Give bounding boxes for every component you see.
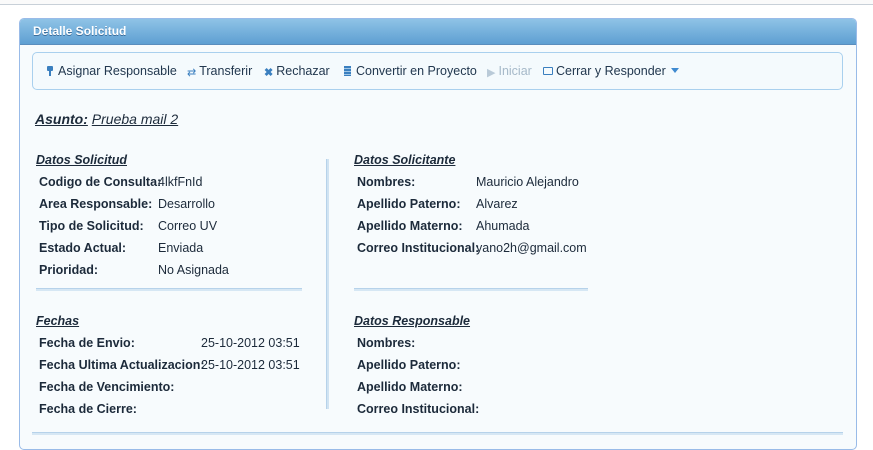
field-label: Area Responsable: [39, 197, 153, 211]
x-icon: ✖ [264, 67, 274, 79]
iniciar-label: Iniciar [498, 64, 532, 78]
transferir-button[interactable]: ⇄ Transferir [187, 64, 253, 79]
field-value: 4lkfFnId [158, 175, 203, 189]
transferir-label: Transferir [199, 64, 253, 78]
field-value: Mauricio Alejandro [476, 175, 579, 189]
field-label: Nombres: [357, 175, 416, 189]
field-label: Fecha de Vencimiento: [39, 380, 175, 394]
convertir-en-proyecto-label: Convertir en Proyecto [356, 64, 477, 78]
field-label: Estado Actual: [39, 241, 127, 255]
field-label: Apellido Paterno: [357, 358, 461, 372]
section-divider [36, 288, 302, 291]
detalle-solicitud-panel: Detalle Solicitud Asignar Responsable ⇄ T… [19, 18, 857, 450]
field-value: Enviada [158, 241, 204, 255]
mail-icon [543, 66, 553, 76]
field-value: 25-10-2012 03:51 [201, 336, 300, 350]
field-label: Fecha Ultima Actualizacion: [39, 358, 205, 372]
cerrar-y-responder-label: Cerrar y Responder [556, 64, 666, 78]
play-icon: ▶ [487, 67, 496, 79]
chevron-down-icon [670, 68, 679, 73]
asunto-value[interactable]: Prueba mail 2 [92, 111, 178, 127]
field-value: Desarrollo [158, 197, 215, 211]
field-label: Correo Institucional: [357, 241, 480, 255]
action-toolbar: Asignar Responsable ⇄ Transferir ✖ Rechaza… [32, 52, 843, 90]
rechazar-button[interactable]: ✖ Rechazar [264, 64, 330, 79]
field-label: Apellido Materno: [357, 219, 463, 233]
field-value: No Asignada [158, 263, 229, 277]
asunto-line: Asunto: Prueba mail 2 [35, 111, 178, 127]
document-icon [343, 66, 353, 76]
field-value: Ahumada [476, 219, 530, 233]
field-value: yano2h@gmail.com [476, 241, 587, 255]
field-value: 25-10-2012 03:51 [201, 358, 300, 372]
field-label: Apellido Materno: [357, 380, 463, 394]
field-label: Prioridad: [39, 263, 99, 277]
rechazar-label: Rechazar [276, 64, 330, 78]
field-value: Correo UV [158, 219, 218, 233]
transfer-icon: ⇄ [187, 67, 197, 79]
field-label: Nombres: [357, 336, 416, 350]
datos-responsable-title: Datos Responsable [354, 314, 471, 328]
column-divider [326, 159, 329, 409]
iniciar-button[interactable]: ▶ Iniciar [487, 64, 532, 79]
bottom-divider [32, 432, 843, 435]
datos-solicitud-title: Datos Solicitud [36, 153, 127, 167]
asunto-label: Asunto: [35, 111, 88, 127]
field-label: Apellido Paterno: [357, 197, 461, 211]
field-label: Fecha de Envio: [39, 336, 135, 350]
section-divider [354, 288, 588, 291]
asignar-responsable-label: Asignar Responsable [58, 64, 177, 78]
field-value: Alvarez [476, 197, 518, 211]
fechas-title: Fechas [36, 314, 80, 328]
field-label: Tipo de Solicitud: [39, 219, 144, 233]
convertir-en-proyecto-button[interactable]: Convertir en Proyecto [343, 64, 477, 78]
field-label: Codigo de Consulta: [39, 175, 162, 189]
cerrar-y-responder-dropdown[interactable]: Cerrar y Responder [543, 64, 679, 78]
field-label: Fecha de Cierre: [39, 402, 137, 416]
pin-icon [45, 66, 55, 76]
asignar-responsable-button[interactable]: Asignar Responsable [45, 64, 177, 78]
datos-solicitante-title: Datos Solicitante [354, 153, 456, 167]
panel-title: Detalle Solicitud [20, 19, 856, 45]
window-top-border [0, 0, 873, 5]
field-label: Correo Institucional: [357, 402, 480, 416]
